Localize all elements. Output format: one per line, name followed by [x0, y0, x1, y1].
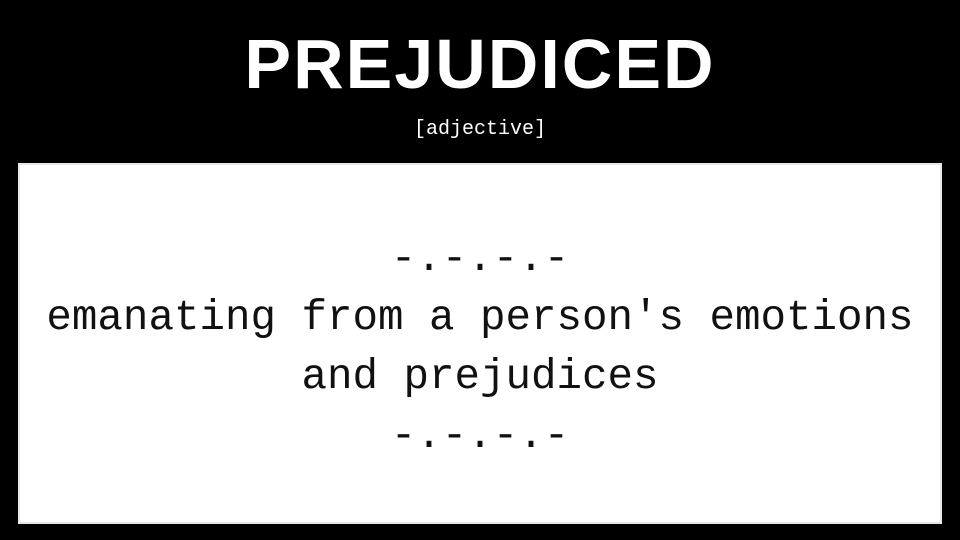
- definition-text: -.-.-.- emanating from a person's emotio…: [20, 230, 940, 466]
- separator-top: -.-.-.-: [390, 235, 570, 283]
- definition-line: and prejudices: [301, 353, 659, 401]
- definition-line: emanating from a person's emotions: [46, 294, 914, 342]
- word-title: PREJUDICED: [244, 25, 716, 103]
- separator-bottom: -.-.-.-: [390, 412, 570, 460]
- part-of-speech: [adjective]: [413, 118, 547, 141]
- definition-card: -.-.-.- emanating from a person's emotio…: [18, 163, 942, 524]
